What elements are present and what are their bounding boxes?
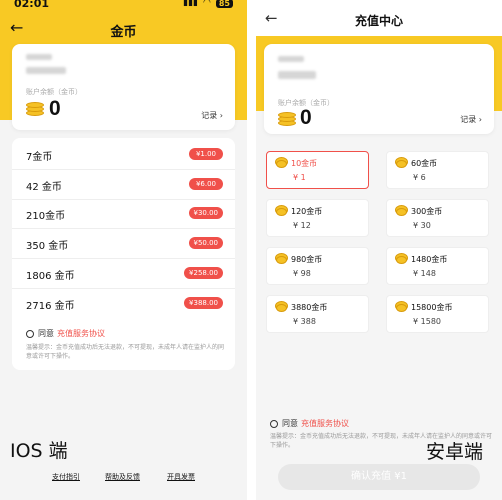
footer-link-invoice[interactable]: 开具发票 (167, 472, 195, 482)
package-coins: 10金币 (291, 159, 318, 168)
wifi-icon: ◠ (203, 0, 211, 8)
balance-label: 账户余额（金币） (26, 88, 82, 96)
android-screen: ← 充值中心 账户余额（金币） 0 记录 › 10金币 ¥ 1 60金币 ¥ 6… (256, 0, 502, 500)
record-link[interactable]: 记录 › (201, 110, 223, 121)
platform-label: IOS 端 (10, 440, 68, 462)
package-coins: 350 金币 (26, 241, 69, 252)
blurred-user-id (278, 56, 304, 62)
coin-stack-icon (278, 112, 296, 126)
chevron-right-icon: › (478, 115, 482, 124)
coin-stack-icon (26, 102, 44, 116)
agree-radio[interactable] (26, 329, 34, 338)
package-coins: 1806 金币 (26, 271, 75, 282)
package-price: ¥ 30 (413, 221, 431, 230)
package-coins: 1480金币 (411, 255, 448, 264)
ios-status-indicators: ▮▮▮ ◠ 85 (183, 0, 233, 8)
package-coins: 42 金币 (26, 182, 62, 193)
package-card[interactable]: 60金币 ¥ 6 (386, 151, 489, 189)
agree-label: 同意 (38, 329, 54, 338)
package-price-button[interactable]: ¥258.00 (184, 267, 223, 279)
agreement-row: 同意 充值服务协议 (270, 418, 349, 429)
package-price: ¥ 1 (293, 173, 306, 182)
package-card[interactable]: 3880金币 ¥ 388 (266, 295, 369, 333)
package-coins: 120金币 (291, 207, 323, 216)
agree-radio[interactable] (270, 419, 278, 428)
footer-link-payment-guide[interactable]: 支付指引 (52, 472, 80, 482)
package-card[interactable]: 300金币 ¥ 30 (386, 199, 489, 237)
package-card[interactable]: 1480金币 ¥ 148 (386, 247, 489, 285)
package-price: ¥ 388 (293, 317, 316, 326)
account-card: 账户余额（金币） 0 记录 › (12, 44, 235, 130)
package-coins: 15800金币 (411, 303, 453, 312)
ios-status-time: 02:01 (14, 0, 50, 10)
package-list: 7金币 ¥1.00 42 金币 ¥6.00 210金币 ¥30.00 350 金… (12, 138, 235, 370)
coin-icon (276, 208, 287, 216)
battery-icon: 85 (215, 0, 233, 8)
package-coins: 7金币 (26, 152, 53, 163)
package-row[interactable]: 7金币 ¥1.00 (12, 140, 235, 170)
page-title: 充值中心 (354, 14, 403, 28)
balance-value: 0 (49, 97, 61, 120)
confirm-recharge-button[interactable]: 确认充值 ¥1 (278, 464, 480, 490)
package-card[interactable]: 980金币 ¥ 98 (266, 247, 369, 285)
package-price-button[interactable]: ¥1.00 (189, 148, 223, 160)
tip-text: 温馨提示：金币充值成功后无法退款，不可提现，未成年人请在监护人的同意或许可下操作… (26, 344, 225, 360)
coin-icon (276, 160, 287, 168)
record-label: 记录 (201, 111, 218, 120)
package-row[interactable]: 1806 金币 ¥258.00 (12, 259, 235, 289)
package-coins: 980金币 (291, 255, 323, 264)
coin-icon (396, 208, 407, 216)
chevron-right-icon: › (219, 111, 223, 120)
signal-icon: ▮▮▮ (183, 0, 198, 8)
package-row[interactable]: 210金币 ¥30.00 (12, 199, 235, 229)
record-label: 记录 (460, 115, 477, 124)
coin-icon (396, 304, 407, 312)
agreement-row: 同意 充值服务协议 (26, 328, 105, 339)
blurred-user-name (26, 67, 66, 74)
package-price: ¥ 98 (293, 269, 311, 278)
package-price-button[interactable]: ¥6.00 (189, 178, 223, 190)
account-card: 账户余额（金币） 0 记录 › (264, 44, 494, 134)
package-card[interactable]: 120金币 ¥ 12 (266, 199, 369, 237)
platform-label: 安卓端 (426, 441, 484, 463)
record-link[interactable]: 记录 › (460, 114, 482, 125)
package-price-button[interactable]: ¥50.00 (188, 237, 223, 249)
footer-link-help[interactable]: 帮助及反馈 (105, 472, 140, 482)
balance-value: 0 (300, 106, 312, 129)
package-price-button[interactable]: ¥30.00 (188, 207, 223, 219)
package-price: ¥ 1580 (413, 317, 441, 326)
page-title: 金币 (110, 25, 137, 40)
blurred-user-name (278, 71, 316, 79)
package-price: ¥ 6 (413, 173, 426, 182)
coin-icon (396, 160, 407, 168)
coin-icon (276, 256, 287, 264)
coin-icon (276, 304, 287, 312)
package-coins: 60金币 (411, 159, 438, 168)
package-price: ¥ 148 (413, 269, 436, 278)
blurred-user-id (26, 54, 52, 60)
package-price: ¥ 12 (293, 221, 311, 230)
agree-label: 同意 (282, 419, 298, 428)
package-coins: 3880金币 (291, 303, 328, 312)
package-coins: 210金币 (26, 211, 66, 222)
agreement-link[interactable]: 充值服务协议 (57, 328, 105, 339)
coin-icon (396, 256, 407, 264)
package-coins: 300金币 (411, 207, 443, 216)
package-coins: 2716 金币 (26, 301, 75, 312)
package-price-button[interactable]: ¥388.00 (184, 297, 223, 309)
agreement-link[interactable]: 充值服务协议 (301, 418, 349, 429)
package-row[interactable]: 2716 金币 ¥388.00 (12, 289, 235, 319)
package-row[interactable]: 42 金币 ¥6.00 (12, 170, 235, 200)
package-card[interactable]: 15800金币 ¥ 1580 (386, 295, 489, 333)
package-row[interactable]: 350 金币 ¥50.00 (12, 229, 235, 259)
ios-screen: 02:01 ▮▮▮ ◠ 85 ← 金币 账户余额（金币） 0 记录 › 7金币 … (0, 0, 247, 500)
package-card[interactable]: 10金币 ¥ 1 (266, 151, 369, 189)
